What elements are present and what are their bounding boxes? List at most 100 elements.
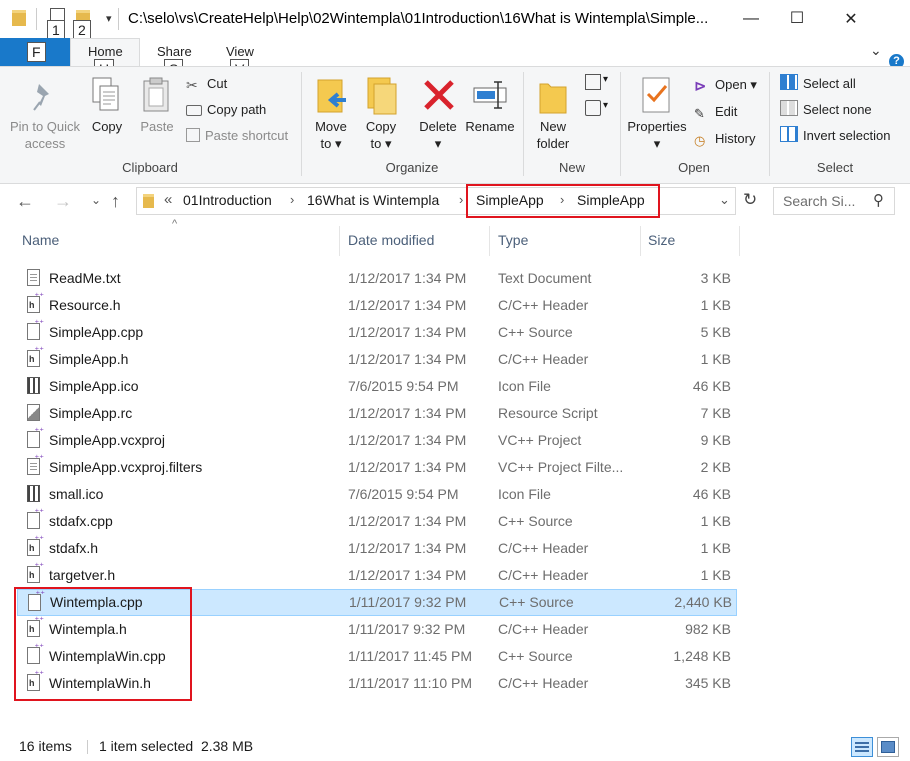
- file-size: 2 KB: [700, 459, 731, 475]
- large-icons-view-icon: [881, 741, 895, 753]
- file-row[interactable]: ReadMe.txt 1/12/2017 1:34 PM Text Document…: [17, 265, 737, 292]
- column-separator[interactable]: [489, 226, 490, 256]
- column-separator[interactable]: [640, 226, 641, 256]
- maximize-button[interactable]: ☐: [774, 0, 820, 37]
- column-header-size[interactable]: Size: [648, 232, 675, 248]
- delete-icon: [422, 78, 456, 112]
- file-type: C/C++ Header: [498, 675, 589, 691]
- tab-share[interactable]: Share: [157, 44, 192, 59]
- properties-button[interactable]: Properties ▾: [624, 118, 690, 152]
- search-input[interactable]: Search Si...: [783, 193, 855, 209]
- column-header-type[interactable]: Type: [498, 232, 528, 248]
- file-date-modified: 1/12/2017 1:34 PM: [348, 432, 467, 448]
- header-file-icon: h ⁺⁺: [27, 562, 44, 583]
- move-to-button[interactable]: Move to ▾: [307, 118, 355, 152]
- search-icon[interactable]: ⚲: [873, 191, 884, 209]
- file-row[interactable]: h ⁺⁺ SimpleApp.h 1/12/2017 1:34 PM C/C++ Hea…: [17, 346, 737, 373]
- tab-view[interactable]: View: [226, 44, 254, 59]
- select-none-label: Select none: [803, 102, 872, 117]
- column-separator[interactable]: [739, 226, 740, 256]
- paste-shortcut-label: Paste shortcut: [205, 128, 289, 143]
- select-none-button[interactable]: Select none: [780, 100, 872, 120]
- qat-customize-icon[interactable]: ▾: [106, 12, 112, 25]
- select-all-icon: [780, 74, 798, 90]
- column-header-name[interactable]: Name: [22, 232, 59, 248]
- file-row[interactable]: ⁺⁺ SimpleApp.cpp 1/12/2017 1:34 PM C++ Sour…: [17, 319, 737, 346]
- file-name: SimpleApp.vcxproj: [49, 432, 165, 448]
- file-row[interactable]: h ⁺⁺ targetver.h 1/12/2017 1:34 PM C/C++ Hea…: [17, 562, 737, 589]
- breadcrumb-overflow[interactable]: «: [164, 191, 172, 208]
- file-type: C/C++ Header: [498, 351, 589, 367]
- up-button[interactable]: ↑: [111, 191, 120, 212]
- cut-button[interactable]: ✂ Cut: [186, 74, 227, 94]
- copy-button[interactable]: Copy: [86, 118, 128, 135]
- easy-access-button[interactable]: ▾: [585, 100, 611, 118]
- refresh-icon[interactable]: ↻: [743, 190, 757, 210]
- large-icons-view-button[interactable]: [877, 737, 899, 757]
- edit-label: Edit: [715, 104, 738, 119]
- rename-button[interactable]: Rename: [462, 118, 518, 135]
- address-dropdown-icon[interactable]: ⌄: [719, 192, 730, 208]
- pin-label-2: access: [24, 136, 66, 151]
- file-row[interactable]: ⁺⁺ stdafx.cpp 1/12/2017 1:34 PM C++ Source 1…: [17, 508, 737, 535]
- file-name: SimpleApp.h: [49, 351, 129, 367]
- paste-button[interactable]: Paste: [136, 118, 178, 135]
- copy-to-button[interactable]: Copy to ▾: [357, 118, 405, 152]
- history-icon: ◷: [694, 133, 706, 148]
- new-item-button[interactable]: ▾: [585, 74, 611, 92]
- file-row[interactable]: ⁺⁺ SimpleApp.vcxproj 1/12/2017 1:34 PM VC++…: [17, 427, 737, 454]
- status-divider: [87, 740, 88, 754]
- wintempla-files-highlight-box: [14, 587, 192, 701]
- file-row[interactable]: h ⁺⁺ stdafx.h 1/12/2017 1:34 PM C/C++ Header…: [17, 535, 737, 562]
- file-date-modified: 1/12/2017 1:34 PM: [348, 270, 467, 286]
- properties-arrow: ▾: [653, 136, 661, 151]
- folder-icon: [143, 194, 154, 208]
- folder-app-icon[interactable]: [12, 10, 26, 26]
- new-folder-button[interactable]: New folder: [528, 118, 578, 152]
- column-separator[interactable]: [339, 226, 340, 256]
- file-row[interactable]: SimpleApp.ico 7/6/2015 9:54 PM Icon File 46…: [17, 373, 737, 400]
- file-name: targetver.h: [49, 567, 116, 583]
- file-row[interactable]: h ⁺⁺ Resource.h 1/12/2017 1:34 PM C/C++ Head…: [17, 292, 737, 319]
- details-view-button[interactable]: [851, 737, 873, 757]
- pin-to-quick-access-button[interactable]: Pin to Quick access: [6, 118, 84, 152]
- file-type: VC++ Project: [498, 432, 582, 448]
- file-row[interactable]: SimpleApp.rc 1/12/2017 1:34 PM Resource Sc…: [17, 400, 737, 427]
- forward-button[interactable]: →: [54, 191, 72, 212]
- paste-shortcut-button[interactable]: Paste shortcut: [186, 126, 288, 146]
- selection-info: 1 item selected 2.38 MB: [99, 738, 254, 754]
- ribbon-collapse-icon[interactable]: ⌄: [870, 42, 882, 59]
- file-row[interactable]: ⁺⁺ SimpleApp.vcxproj.filters 1/12/2017 1:3…: [17, 454, 737, 481]
- file-size: 1 KB: [700, 297, 731, 313]
- breadcrumb-01introduction[interactable]: 01Introduction: [183, 192, 272, 208]
- back-button[interactable]: ←: [16, 191, 34, 212]
- copy-icon: [91, 76, 121, 114]
- rename-icon: [472, 78, 508, 112]
- delete-button[interactable]: Delete ▾: [414, 118, 462, 152]
- file-date-modified: 7/6/2015 9:54 PM: [348, 486, 459, 502]
- file-name: SimpleApp.cpp: [49, 324, 144, 340]
- vcxproj-file-icon: ⁺⁺: [27, 427, 44, 448]
- column-header-date-modified[interactable]: Date modified: [348, 232, 434, 248]
- minimize-icon: —: [743, 10, 759, 27]
- minimize-button[interactable]: —: [728, 0, 774, 38]
- breadcrumb-16what-is-wintempla[interactable]: 16What is Wintempla: [307, 192, 439, 208]
- organize-group-label: Organize: [385, 160, 439, 175]
- file-size: 7 KB: [700, 405, 731, 421]
- history-button[interactable]: ◷ History: [694, 129, 755, 149]
- open-button[interactable]: ⊳ Open ▾: [694, 75, 757, 95]
- open-group-label: Open: [678, 160, 710, 175]
- select-all-button[interactable]: Select all: [780, 74, 856, 94]
- copy-path-button[interactable]: Copy path: [186, 100, 266, 120]
- close-button[interactable]: ✕: [828, 0, 874, 38]
- title-bar: 1 2 ▾ C:\selo\vs\CreateHelp\Help\02Winte…: [0, 0, 910, 40]
- keytip-file: F: [27, 42, 46, 62]
- recent-locations-dropdown[interactable]: ⌄: [91, 193, 101, 207]
- easy-access-arrow-icon: ▾: [603, 100, 609, 111]
- file-row[interactable]: small.ico 7/6/2015 9:54 PM Icon File 46 KB: [17, 481, 737, 508]
- file-type: VC++ Project Filte...: [498, 459, 624, 475]
- edit-button[interactable]: ✎ Edit: [694, 102, 737, 122]
- rc-file-icon: [27, 404, 40, 421]
- move-to-icon: [316, 76, 350, 116]
- invert-selection-button[interactable]: Invert selection: [780, 126, 890, 146]
